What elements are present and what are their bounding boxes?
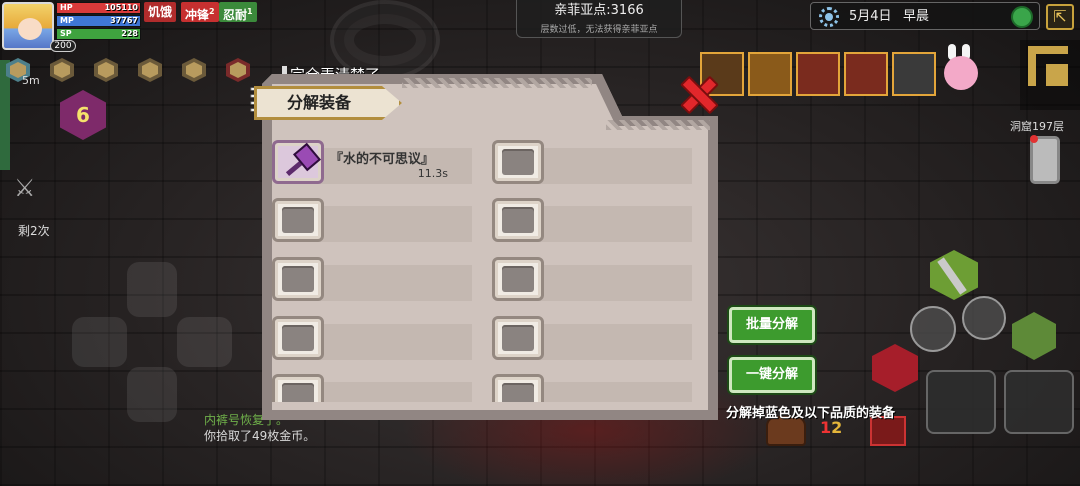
dismantle-slot[interactable] bbox=[272, 198, 472, 242]
points-note: 层数过低，无法获得亲菲亚点 bbox=[540, 25, 658, 35]
shark-icon[interactable] bbox=[892, 52, 936, 96]
batch-dismantle-button[interactable]: 批量分解 bbox=[729, 307, 815, 343]
cave-floor-label: 洞窟197层 bbox=[1010, 120, 1064, 133]
globe-icon[interactable] bbox=[1011, 6, 1033, 28]
swirl-skill-button[interactable] bbox=[910, 306, 956, 352]
gift-box-icon[interactable] bbox=[796, 52, 840, 96]
mp-value: 37767 bbox=[110, 16, 138, 25]
sp-bar: SP 228 bbox=[56, 28, 141, 40]
dpad-up[interactable] bbox=[127, 262, 177, 317]
buff-icon[interactable] bbox=[182, 58, 206, 82]
minimap[interactable] bbox=[1020, 40, 1080, 110]
status-charge[interactable]: 冲锋2 bbox=[181, 2, 219, 22]
buff-icon[interactable] bbox=[226, 58, 250, 82]
item-timer: 11.3s bbox=[417, 167, 448, 180]
dismantle-slot[interactable]: 『水的不可思议』 11.3s bbox=[272, 140, 472, 184]
hammer-icon bbox=[278, 142, 321, 182]
buff-icon[interactable] bbox=[94, 58, 118, 82]
points-display: 亲菲亚点:3166 层数过低，无法获得亲菲亚点 bbox=[516, 0, 682, 38]
date-label: 5月4日 bbox=[849, 9, 892, 24]
points-value: 亲菲亚点:3166 bbox=[554, 3, 644, 18]
exit-icon[interactable]: ⇱ bbox=[1046, 4, 1074, 30]
buff-timer: 5m bbox=[22, 74, 40, 87]
item-name: 『水的不可思议』 bbox=[330, 152, 435, 167]
gift-box-icon[interactable] bbox=[844, 52, 888, 96]
bow-attack-button[interactable] bbox=[1004, 370, 1074, 434]
sp-label: SP bbox=[60, 29, 72, 38]
treasure-chest-icon[interactable] bbox=[748, 52, 792, 96]
crossed-swords-icon[interactable]: ⚔ bbox=[14, 174, 36, 202]
hp-bar: HP 105110 bbox=[56, 2, 141, 14]
status-hungry[interactable]: 饥饿 bbox=[144, 2, 177, 22]
dpad-left[interactable] bbox=[72, 317, 127, 367]
sun-icon bbox=[819, 7, 839, 27]
buff-icon-row bbox=[6, 58, 256, 84]
mp-bar: MP 37767 bbox=[56, 15, 141, 27]
hp-value: 105110 bbox=[104, 3, 138, 12]
buff-icon[interactable] bbox=[138, 58, 162, 82]
hp-label: HP bbox=[60, 3, 73, 12]
dismantle-slot-grid: 『水的不可思议』 11.3s bbox=[272, 140, 702, 402]
sword-attack-button[interactable] bbox=[926, 370, 996, 434]
remaining-count: 剩2次 bbox=[18, 224, 50, 238]
player-level-badge: 200 bbox=[50, 40, 76, 52]
dismantle-dialog: 分解装备 『水的不可思议』 11.3s bbox=[250, 74, 718, 420]
skill-button[interactable] bbox=[962, 296, 1006, 340]
dismantle-slot[interactable] bbox=[492, 198, 692, 242]
dismantle-slot[interactable] bbox=[492, 140, 692, 184]
minimap-room bbox=[1046, 64, 1068, 86]
dpad-down[interactable] bbox=[127, 367, 177, 422]
time-of-day-label: 早晨 bbox=[903, 9, 930, 24]
player-stat-bars: HP 105110 MP 37767 SP 228 bbox=[56, 2, 141, 41]
dismantle-slot[interactable] bbox=[492, 374, 692, 402]
dismantle-slot[interactable] bbox=[272, 316, 472, 360]
close-button[interactable] bbox=[680, 76, 714, 110]
bunny-girl-icon[interactable] bbox=[940, 44, 980, 94]
mp-label: MP bbox=[60, 16, 74, 25]
sp-value: 228 bbox=[121, 29, 138, 38]
dismantle-slot[interactable] bbox=[492, 257, 692, 301]
dialog-decoration bbox=[606, 120, 710, 130]
player-avatar[interactable] bbox=[2, 2, 54, 50]
date-time-panel: 5月4日 早晨 bbox=[810, 2, 1040, 30]
dpad-right[interactable] bbox=[177, 317, 232, 367]
chat-line: 你拾取了49枚金币。 bbox=[204, 429, 316, 443]
buff-icon[interactable] bbox=[50, 58, 74, 82]
dismantle-slot[interactable] bbox=[272, 257, 472, 301]
dismantle-hint: 分解掉蓝色及以下品质的装备 bbox=[726, 406, 896, 421]
dismantle-slot[interactable] bbox=[492, 316, 692, 360]
dialog-title: 分解装备 bbox=[254, 86, 402, 120]
phone-icon[interactable] bbox=[1030, 135, 1060, 184]
dismantle-slot[interactable] bbox=[272, 374, 472, 402]
status-endurance[interactable]: 忍耐1 bbox=[219, 2, 257, 22]
one-click-dismantle-button[interactable]: 一键分解 bbox=[729, 357, 815, 393]
direction-pad[interactable] bbox=[72, 262, 232, 422]
dialog-decoration bbox=[402, 78, 592, 88]
minimap-room bbox=[1028, 46, 1036, 86]
